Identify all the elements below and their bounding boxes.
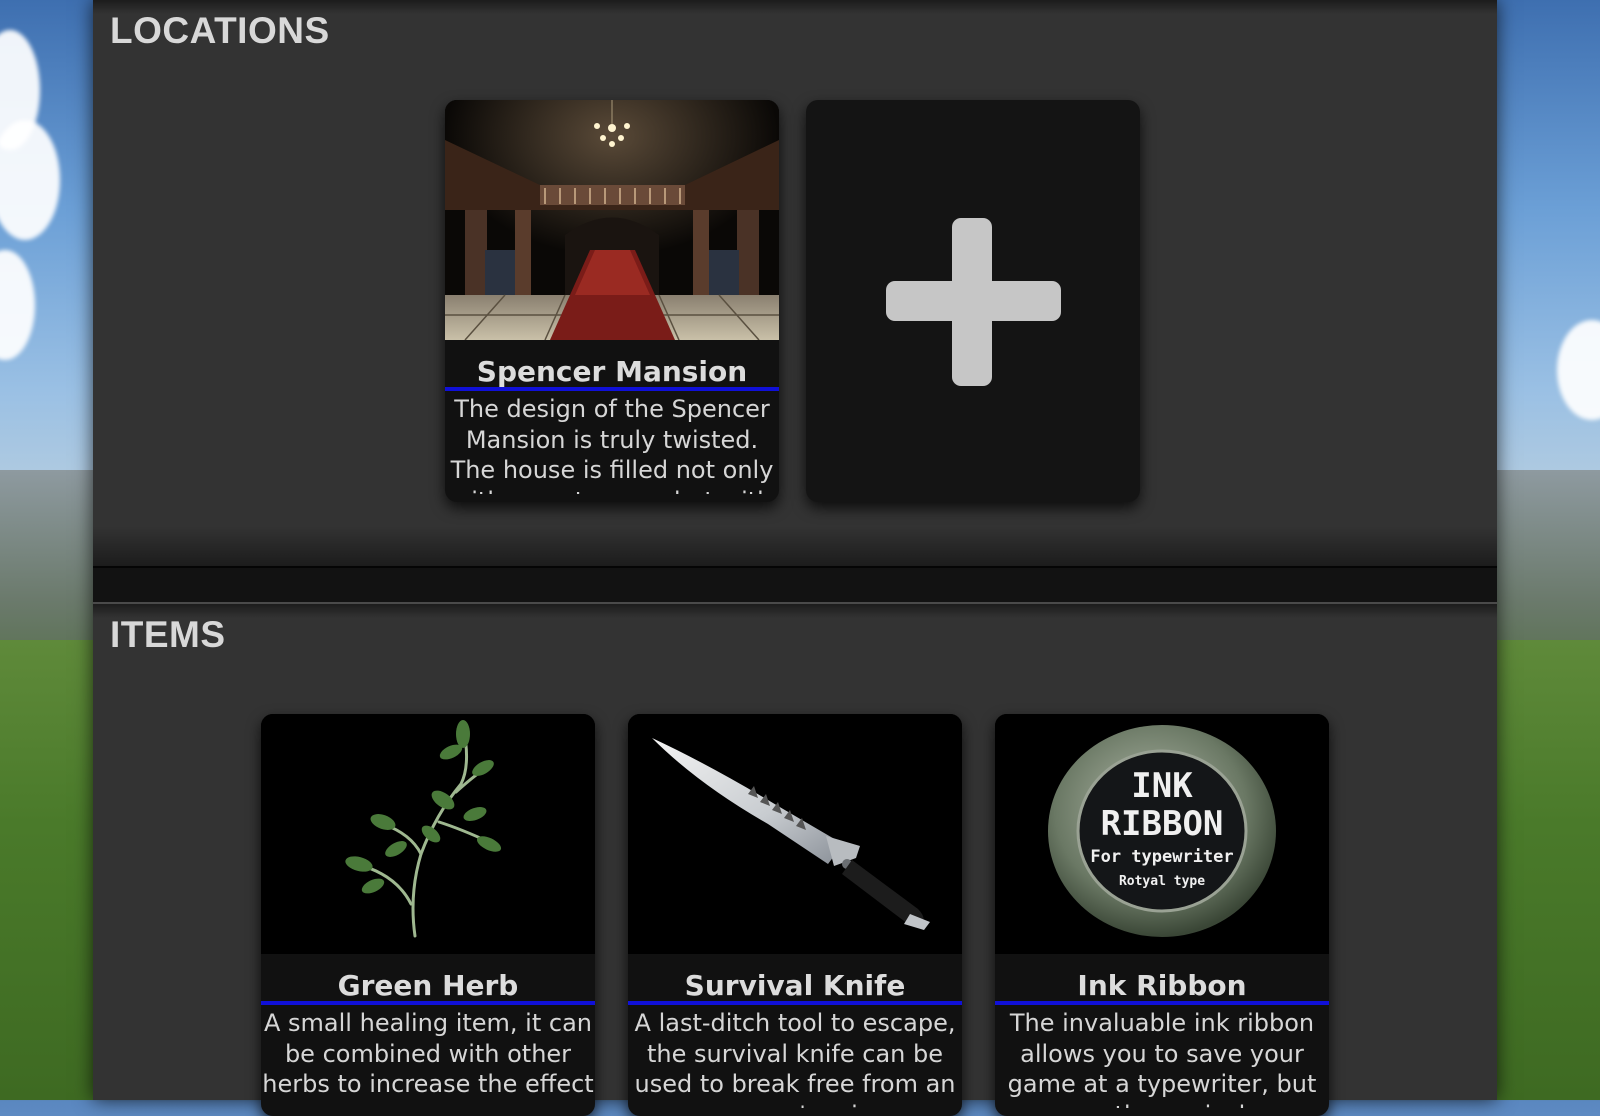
items-heading: ITEMS	[110, 614, 226, 655]
item-card-description: The invaluable ink ribbon allows you to …	[1007, 1009, 1317, 1108]
section-divider	[93, 566, 1497, 604]
item-card-survival-knife[interactable]: Survival Knife A last-ditch tool to esca…	[628, 714, 962, 1116]
items-section: ITEMS Green Herb A small healing item, i…	[93, 604, 1497, 1116]
location-card-title: Spencer Mansion	[445, 355, 779, 391]
green-herb-image	[261, 714, 595, 954]
location-card-description: The design of the Spencer Mansion is tru…	[450, 395, 774, 494]
ink-ribbon-label-line3: For typewriter	[1090, 847, 1233, 867]
add-location-button[interactable]	[806, 100, 1140, 502]
background-landscape-right	[1497, 0, 1600, 1100]
background-landscape-left	[0, 0, 93, 1100]
ink-ribbon-image: INK RIBBON For typewriter Rotyal type	[995, 714, 1329, 954]
item-card-green-herb[interactable]: Green Herb A small healing item, it can …	[261, 714, 595, 1116]
ink-ribbon-label-line2: RIBBON	[1101, 804, 1224, 844]
ink-ribbon-label-line1: INK	[1131, 766, 1193, 806]
location-card-spencer-mansion[interactable]: Spencer Mansion The design of the Spence…	[445, 100, 779, 502]
ink-ribbon-label-line4: Rotyal type	[1119, 874, 1205, 889]
item-card-title: Green Herb	[261, 969, 595, 1005]
page-container: LOCATIONS Spencer Mansion The design of …	[93, 0, 1497, 1116]
item-card-description: A last-ditch tool to escape, the surviva…	[634, 1009, 956, 1108]
survival-knife-image	[628, 714, 962, 954]
locations-section: LOCATIONS Spencer Mansion The design of …	[93, 0, 1497, 566]
item-card-title: Ink Ribbon	[995, 969, 1329, 1005]
locations-heading: LOCATIONS	[110, 10, 330, 51]
item-card-ink-ribbon[interactable]: INK RIBBON For typewriter Rotyal type In…	[995, 714, 1329, 1116]
item-card-title: Survival Knife	[628, 969, 962, 1005]
spencer-mansion-image	[445, 100, 779, 340]
item-card-description: A small healing item, it can be combined…	[262, 1009, 594, 1098]
